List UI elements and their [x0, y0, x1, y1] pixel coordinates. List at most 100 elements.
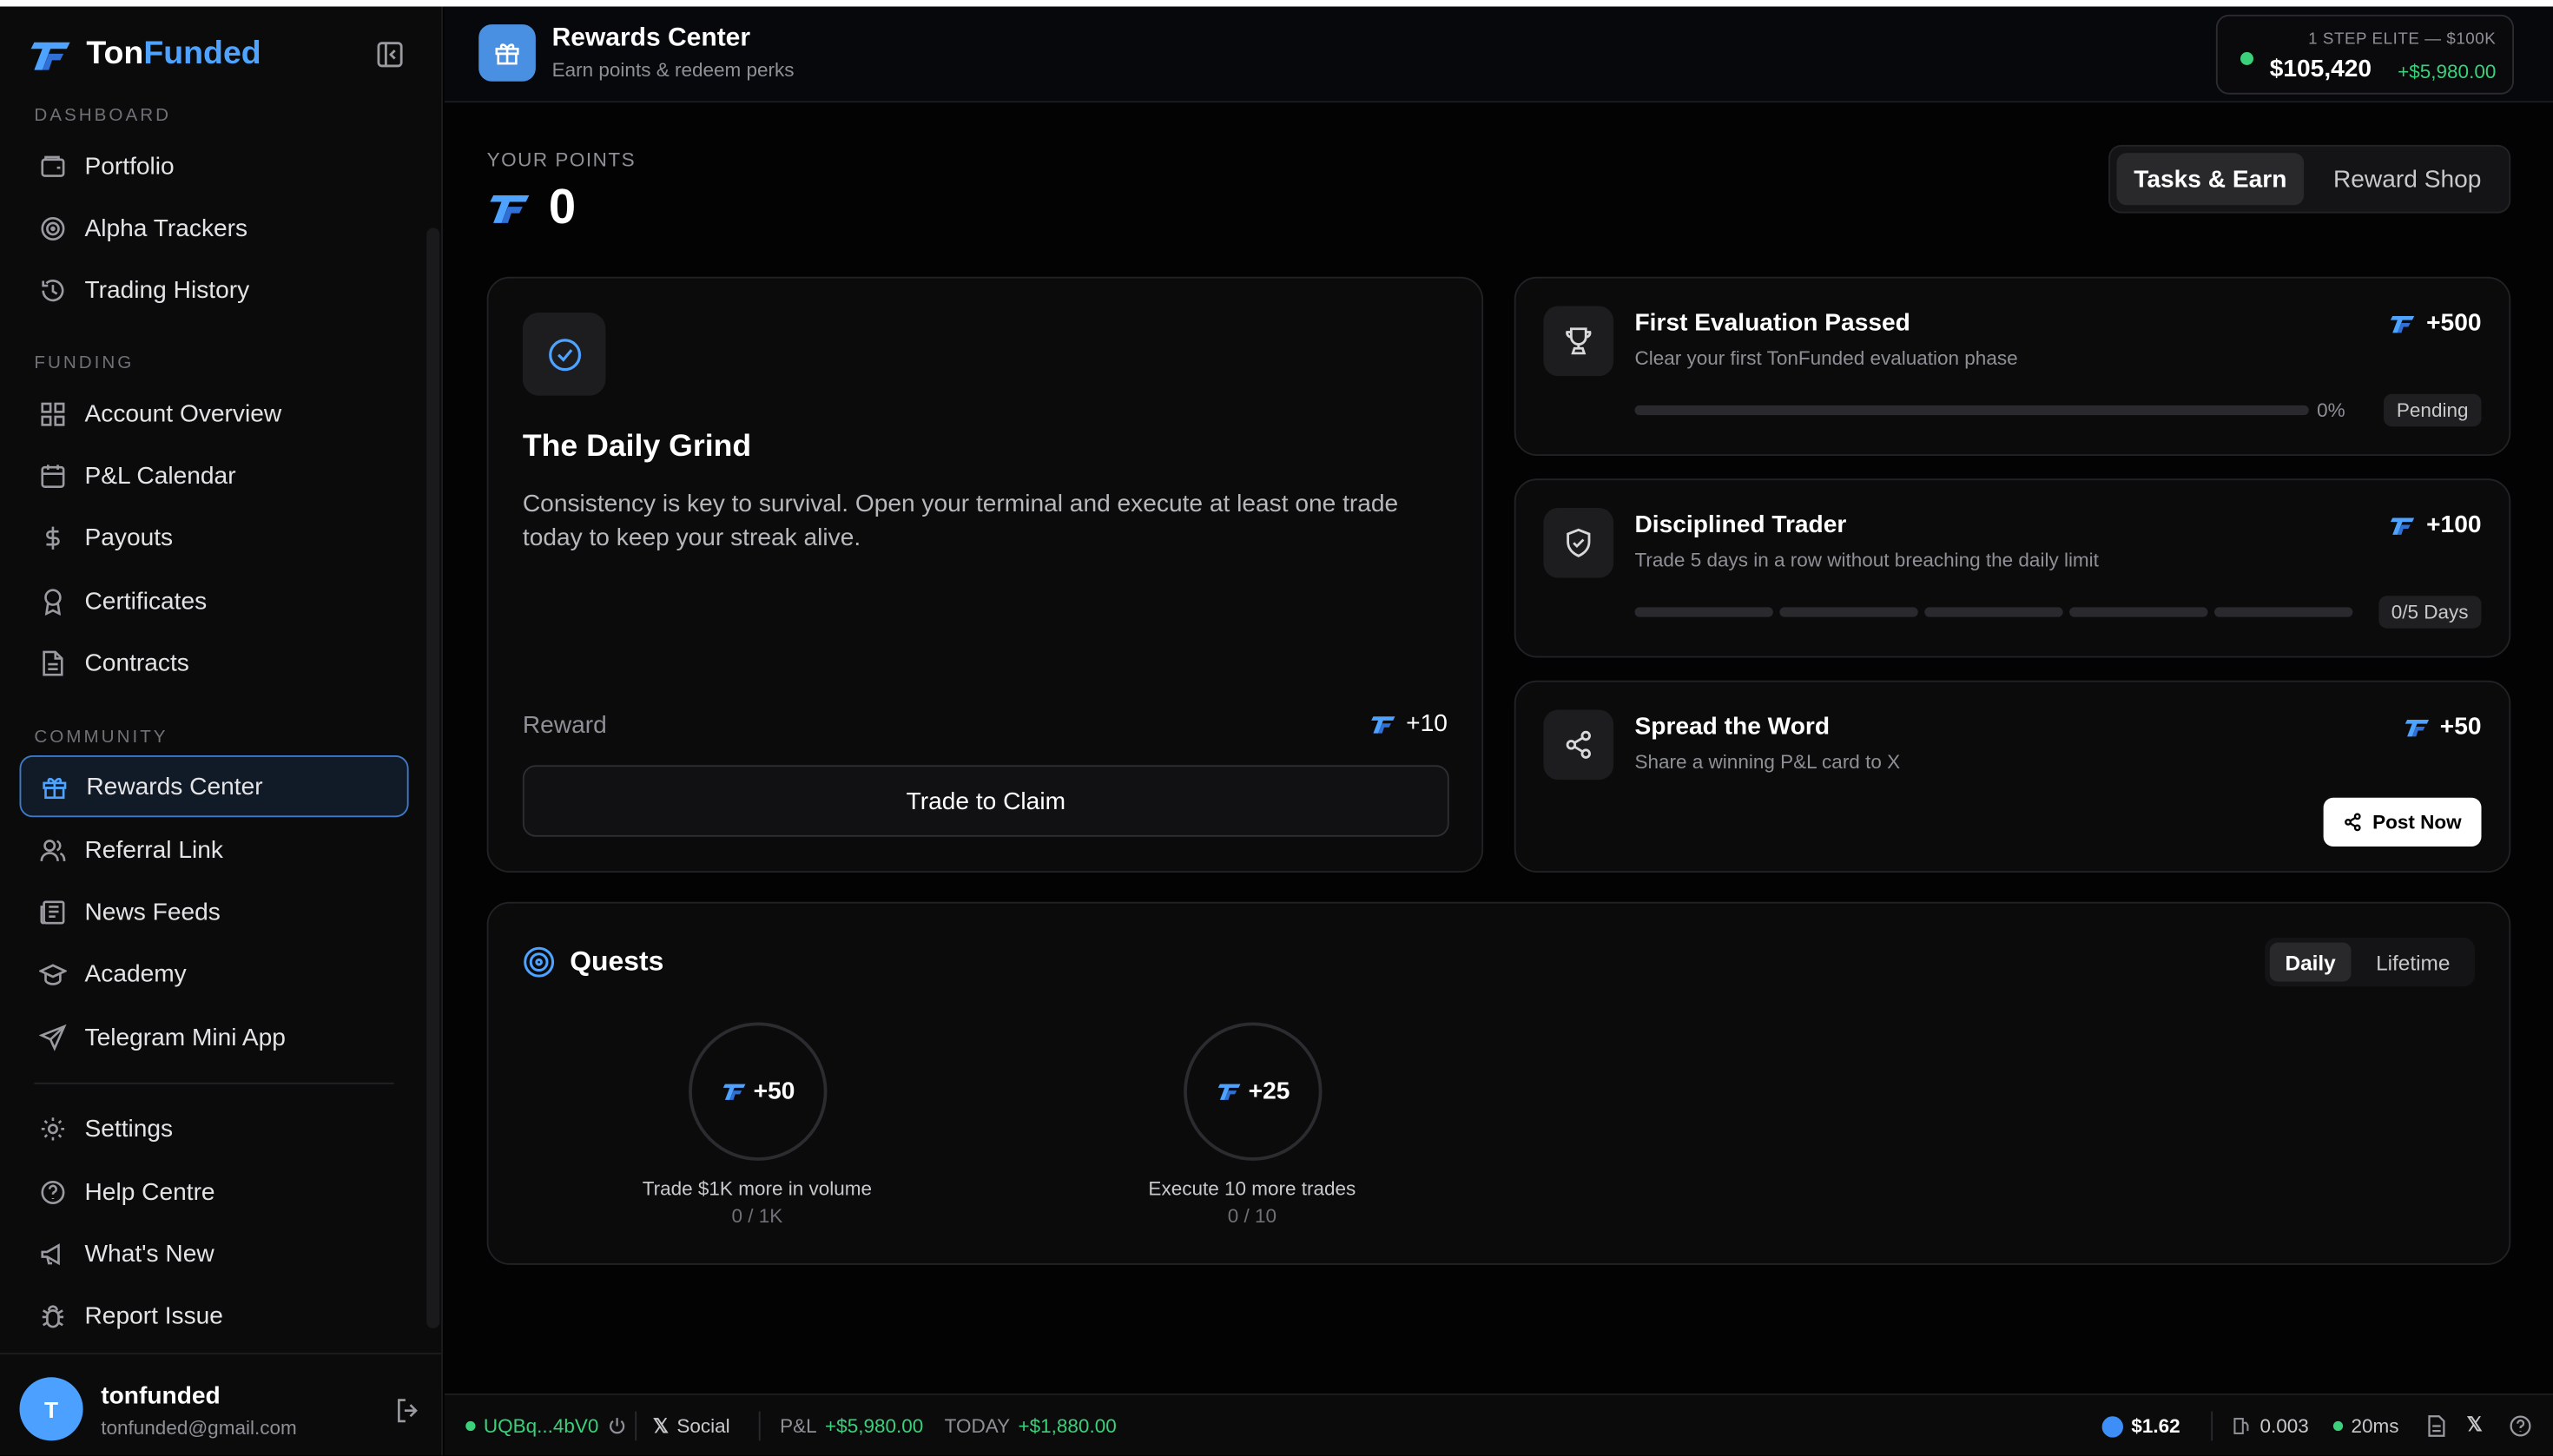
sidebar-item-label: Account Overview [84, 399, 282, 428]
user-profile[interactable]: T tonfunded tonfunded@gmail.com [0, 1353, 443, 1456]
task-card-spread-the-word: Spread the Word Share a winning P&L card… [1514, 680, 2511, 873]
dollar-icon [46, 525, 60, 549]
sidebar-item-label: P&L Calendar [84, 461, 236, 490]
power-icon[interactable] [607, 1416, 627, 1436]
social-link[interactable]: 𝕏 Social [653, 1414, 730, 1437]
tonfunded-logo-icon [1217, 1084, 1241, 1100]
streak-segment [2069, 607, 2208, 617]
wallet-icon [41, 155, 65, 176]
calendar-icon [41, 464, 65, 487]
quests-card: Quests Daily Lifetime +50 Trade $1K more… [486, 901, 2511, 1265]
document-icon[interactable] [2426, 1414, 2447, 1437]
streak-segment [1634, 607, 1773, 617]
status-dot [2332, 1420, 2344, 1432]
account-selector[interactable]: 1 STEP ELITE — $100K $105,420 +$5,980.00 [2215, 14, 2514, 95]
sidebar-item-report-issue[interactable]: Report Issue [20, 1284, 409, 1346]
task-reward: +500 [2389, 309, 2482, 337]
sidebar-item-whats-new[interactable]: What's New [20, 1222, 409, 1284]
collapse-sidebar-icon[interactable] [376, 41, 404, 69]
tab-reward-shop[interactable]: Reward Shop [2309, 153, 2506, 205]
reward-value: +10 [1406, 709, 1448, 738]
sidebar-divider [34, 1082, 394, 1084]
streak-segment [1779, 607, 1918, 617]
points-value: 0 [487, 181, 576, 236]
sidebar-item-pnl-calendar[interactable]: P&L Calendar [20, 445, 409, 506]
pnl-label: P&L [780, 1414, 817, 1438]
x-icon: 𝕏 [652, 1414, 670, 1438]
share-icon [2345, 813, 2361, 832]
sidebar-item-label: Report Issue [84, 1301, 223, 1329]
sidebar-item-label: Alpha Trackers [84, 214, 248, 242]
grid-icon [41, 401, 65, 425]
sidebar-item-rewards-center[interactable]: Rewards Center [19, 755, 409, 818]
sidebar-item-label: What's New [84, 1239, 214, 1268]
streak-segment [2214, 607, 2353, 617]
account-label: 1 STEP ELITE — $100K [2308, 30, 2497, 49]
sidebar-item-telegram-mini-app[interactable]: Telegram Mini App [20, 1006, 409, 1068]
trade-to-claim-button[interactable]: Trade to Claim [522, 765, 1449, 837]
task-card-disciplined-trader: Disciplined Trader Trade 5 days in a row… [1514, 478, 2511, 658]
sidebar-scrollbar[interactable] [426, 227, 440, 1328]
award-icon [44, 588, 62, 615]
pnl-summary: P&L +$5,980.00 TODAY +$1,880.00 [780, 1414, 1117, 1437]
price-value: $1.62 [2131, 1414, 2180, 1438]
sidebar-item-account-overview[interactable]: Account Overview [20, 383, 409, 445]
sidebar-item-label: Payouts [84, 523, 174, 551]
divider [635, 1411, 637, 1441]
sidebar-item-news-feeds[interactable]: News Feeds [20, 880, 409, 942]
sidebar-item-label: Certificates [84, 586, 208, 615]
x-icon[interactable]: 𝕏 [2467, 1413, 2483, 1436]
sidebar-item-label: Academy [84, 959, 187, 988]
tab-tasks-earn[interactable]: Tasks & Earn [2116, 153, 2305, 206]
quest-ring: +25 [1184, 1022, 1323, 1161]
help-circle-icon[interactable] [2509, 1414, 2531, 1437]
brand-logo[interactable]: TonFunded [28, 36, 261, 73]
ton-price: $1.62 [2101, 1414, 2180, 1438]
app-window: TonFunded DASHBOARD Portfolio Alpha Trac… [0, 0, 2553, 1456]
section-dashboard: DASHBOARD [34, 105, 172, 126]
trophy-icon [1543, 306, 1614, 377]
tab-daily[interactable]: Daily [2269, 942, 2352, 982]
quest-label: Execute 10 more trades [1148, 1176, 1356, 1200]
task-reward: +50 [2403, 713, 2482, 741]
logout-icon[interactable] [394, 1397, 422, 1425]
sidebar-item-certificates[interactable]: Certificates [20, 570, 409, 631]
pnl-value: +$5,980.00 [825, 1414, 924, 1438]
sidebar-item-payouts[interactable]: Payouts [20, 506, 409, 568]
share-icon [1543, 709, 1614, 781]
sidebar: TonFunded DASHBOARD Portfolio Alpha Trac… [0, 6, 443, 1456]
user-email: tonfunded@gmail.com [101, 1416, 297, 1440]
sidebar-item-referral-link[interactable]: Referral Link [20, 819, 409, 880]
task-title: Disciplined Trader [1634, 511, 1847, 539]
tonfunded-logo-icon [1370, 715, 1395, 733]
section-community: COMMUNITY [34, 728, 168, 748]
avatar: T [19, 1377, 83, 1441]
task-description: Share a winning P&L card to X [1634, 750, 1901, 774]
sidebar-item-academy[interactable]: Academy [20, 943, 409, 1005]
status-dot [2240, 52, 2253, 65]
megaphone-icon [41, 1242, 60, 1265]
section-funding: FUNDING [34, 352, 135, 373]
bug-icon [42, 1304, 64, 1328]
top-edge [0, 0, 2553, 7]
quests-tabs: Daily Lifetime [2265, 938, 2475, 987]
sidebar-item-portfolio[interactable]: Portfolio [20, 135, 409, 197]
post-now-button[interactable]: Post Now [2323, 797, 2482, 847]
tab-lifetime[interactable]: Lifetime [2356, 943, 2470, 982]
progress-percent: 0% [2317, 399, 2345, 422]
document-icon [43, 649, 63, 675]
sidebar-item-help-centre[interactable]: Help Centre [20, 1161, 409, 1222]
streak-segment [1924, 607, 2063, 617]
sidebar-item-settings[interactable]: Settings [20, 1097, 409, 1159]
gas-fee: 0.003 [2233, 1414, 2309, 1438]
wallet-status[interactable]: UQBq...4bV0 [465, 1414, 627, 1438]
sidebar-item-alpha-trackers[interactable]: Alpha Trackers [20, 197, 409, 259]
task-title: Spread the Word [1634, 713, 1831, 741]
reward-label: Reward [522, 711, 607, 740]
task-reward: +100 [2389, 511, 2482, 539]
target-icon [41, 216, 65, 240]
page-header: Rewards Center Earn points & redeem perk… [444, 6, 2553, 103]
sidebar-item-trading-history[interactable]: Trading History [20, 259, 409, 320]
sidebar-item-label: Help Centre [84, 1177, 215, 1206]
sidebar-item-contracts[interactable]: Contracts [20, 632, 409, 694]
